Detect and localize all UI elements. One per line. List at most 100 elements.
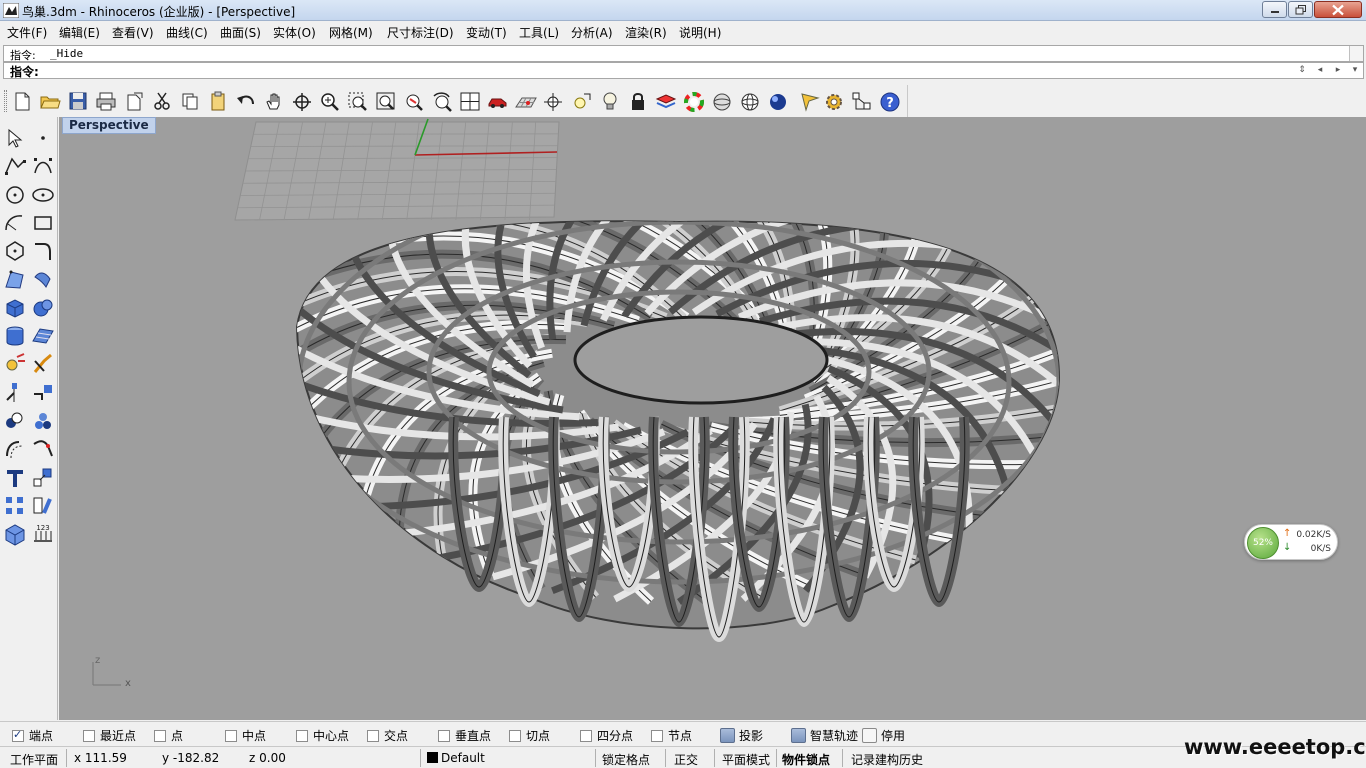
project-toggle[interactable]: 投影 [720,727,763,743]
grid-plane-button[interactable] [514,90,538,112]
transform-button[interactable] [850,90,874,112]
menu-analyze[interactable]: 分析(A) [571,24,613,41]
menu-curve[interactable]: 曲线(C) [166,24,208,41]
split-tool[interactable] [30,380,56,406]
osnap-knot[interactable]: 节点 [651,727,692,743]
cplane-button[interactable] [542,90,566,112]
polyline-tool[interactable] [2,153,28,179]
command-right-icon[interactable]: ▸ [1331,64,1345,77]
color-wheel-button[interactable] [682,90,706,112]
select-tool[interactable] [2,125,28,151]
planar-toggle[interactable]: 平面模式 [722,751,770,768]
render-sphere-button[interactable] [766,90,790,112]
viewport-title-tab[interactable]: Perspective [62,117,156,134]
command-dropdown-icon[interactable]: ▾ [1348,64,1362,77]
explode-tool[interactable] [2,351,28,377]
import-button[interactable] [122,90,146,112]
network-monitor-widget[interactable]: 52% ↑ ↓ 0.02K/S 0K/S [1244,524,1338,560]
offset-tool[interactable] [2,436,28,462]
trim-tool[interactable] [2,380,28,406]
command-history[interactable]: 指令: _Hide [3,45,1364,62]
point-tool[interactable] [30,125,56,151]
current-layer[interactable]: Default [427,751,485,765]
osnap-knot-checkbox[interactable] [651,730,663,742]
osnap-perpendicular-checkbox[interactable] [438,730,450,742]
disable-toggle[interactable]: 停用 [862,727,905,743]
menu-transform[interactable]: 变动(T) [466,24,507,41]
undo-button[interactable] [234,90,258,112]
osnap-end-checkbox[interactable] [12,728,24,742]
copy-button[interactable] [178,90,202,112]
save-button[interactable] [66,90,90,112]
boolean-tool[interactable] [30,408,56,434]
osnap-center-checkbox[interactable] [296,730,308,742]
print-button[interactable] [94,90,118,112]
osnap-quadrant-checkbox[interactable] [580,730,592,742]
osnap-toggle[interactable]: 物件锁点 [782,751,830,768]
minimize-button[interactable] [1262,1,1287,18]
menu-mesh[interactable]: 网格(M) [329,24,373,41]
menu-view[interactable]: 查看(V) [112,24,154,41]
new-button[interactable] [10,90,34,112]
osnap-mid-checkbox[interactable] [225,730,237,742]
pan-button[interactable] [262,90,286,112]
cube-tool[interactable] [2,521,28,547]
osnap-intersection[interactable]: 交点 [367,727,408,743]
smart-track-toggle[interactable]: 智慧轨迹 [791,727,858,743]
command-input[interactable]: 指令: ⇕ ◂ ▸ ▾ [3,62,1364,79]
planar-surface-tool[interactable] [30,323,56,349]
open-button[interactable] [38,90,62,112]
menu-help[interactable]: 说明(H) [679,24,721,41]
command-history-scrollbar[interactable] [1349,46,1363,61]
zoom-selected-button[interactable] [402,90,426,112]
menu-surface[interactable]: 曲面(S) [220,24,261,41]
help-button[interactable]: ? [878,90,902,112]
polygon-tool[interactable] [2,238,28,264]
zoom-window-button[interactable] [346,90,370,112]
box-tool[interactable] [2,295,28,321]
cylinder-tool[interactable] [2,323,28,349]
menu-solid[interactable]: 实体(O) [273,24,316,41]
close-button[interactable] [1314,1,1362,18]
light-bulb-button[interactable] [598,90,622,112]
osnap-intersection-checkbox[interactable] [367,730,379,742]
arc-tool[interactable] [2,210,28,236]
extend-tool[interactable] [30,351,56,377]
ortho-toggle[interactable]: 正交 [674,751,698,768]
osnap-mid[interactable]: 中点 [225,727,266,743]
menu-tools[interactable]: 工具(L) [519,24,559,41]
point-light-button[interactable] [570,90,594,112]
osnap-tangent-checkbox[interactable] [509,730,521,742]
menu-dimension[interactable]: 尺寸标注(D) [387,24,454,41]
osnap-center[interactable]: 中心点 [296,727,349,743]
blend-tool[interactable] [30,436,56,462]
perspective-viewport[interactable]: z x Perspective 52% ↑ ↓ 0.02K/S 0K/S [59,117,1366,720]
layer-button[interactable] [654,90,678,112]
surface-corner-tool[interactable] [2,267,28,293]
sphere-tool[interactable] [30,295,56,321]
four-viewports-button[interactable] [458,90,482,112]
paste-button[interactable] [206,90,230,112]
osnap-quadrant[interactable]: 四分点 [580,727,633,743]
fillet-tool[interactable] [30,238,56,264]
osnap-perpendicular[interactable]: 垂直点 [438,727,491,743]
osnap-point[interactable]: 点 [154,727,183,743]
zoom-extents-button[interactable] [374,90,398,112]
shaded-sphere-button[interactable] [710,90,734,112]
scale-tool[interactable] [30,465,56,491]
menu-render[interactable]: 渲染(R) [625,24,667,41]
group-tool[interactable] [2,408,28,434]
toolbar-grip[interactable] [4,90,7,112]
menu-edit[interactable]: 编辑(E) [59,24,100,41]
orient-tool[interactable] [30,493,56,519]
command-spin-icon[interactable]: ⇕ [1295,64,1309,77]
osnap-point-checkbox[interactable] [154,730,166,742]
curve-points-tool[interactable] [30,153,56,179]
command-left-icon[interactable]: ◂ [1313,64,1327,77]
car-button[interactable] [486,90,510,112]
lock-button[interactable] [626,90,650,112]
cut-button[interactable] [150,90,174,112]
undo-view-button[interactable] [430,90,454,112]
wire-sphere-button[interactable] [738,90,762,112]
gear-button[interactable] [822,90,846,112]
